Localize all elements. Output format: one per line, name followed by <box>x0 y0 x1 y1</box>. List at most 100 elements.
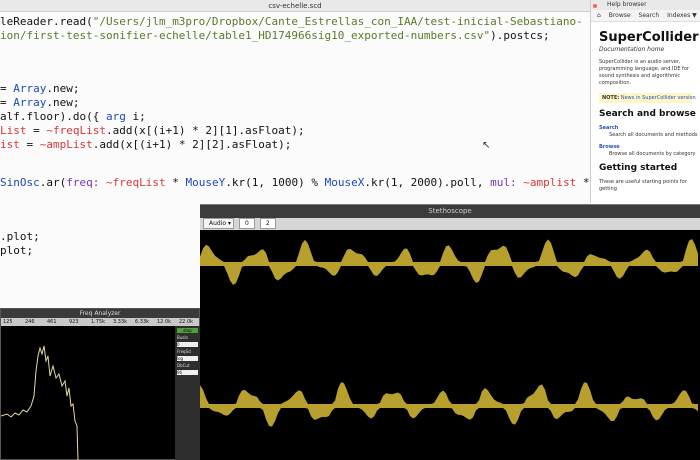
freq-side-panel: stop BusIn 0 FreqScl log DbCut 96 <box>175 326 200 460</box>
indexes-dropdown[interactable]: Indexes ▼ <box>667 12 697 19</box>
page-subtitle: Documentation home <box>599 46 665 53</box>
code-token: .add(x[(i+1) * 2][1].asFloat); <box>105 124 305 137</box>
freq-analyzer-title: Freq Analyzer <box>1 309 199 318</box>
home-icon[interactable]: ⌂ <box>597 12 601 19</box>
oscilloscope-display <box>200 239 698 427</box>
ruler-tick-label: 6.33k <box>135 319 150 325</box>
page-title: SuperCollider <box>599 30 699 45</box>
code-token: = <box>26 124 47 137</box>
help-browser-title: Help browser <box>607 1 647 8</box>
code-token: ~amplist <box>523 176 577 189</box>
code-token: * <box>165 176 186 189</box>
search-button[interactable]: Search <box>639 12 660 19</box>
getting-started-text: These are useful starting points for get… <box>599 179 687 192</box>
code-token: ion/first-test-sonifier-echelle/table1_H… <box>0 29 491 42</box>
note-label: NOTE: <box>602 95 620 101</box>
code-line[interactable]: ion/first-test-sonifier-echelle/table1_H… <box>0 29 550 43</box>
code-token: .new; <box>46 96 80 109</box>
search-description: Search all documents and methods <box>609 132 698 138</box>
code-line[interactable]: = Array.new; <box>0 82 80 96</box>
mouse-cursor-icon: ↖ <box>482 140 491 151</box>
editor-title: csv-echelle.scd <box>0 0 590 12</box>
code-token: SinOsc <box>0 176 40 189</box>
code-token: = <box>0 96 14 109</box>
ruler-tick-label: 923 <box>69 319 79 325</box>
code-line[interactable]: leReader.read("/Users/jlm_m3pro/Dropbox/… <box>0 15 583 29</box>
code-token: plot; <box>0 244 34 257</box>
section-title-getting-started: Getting started <box>599 163 678 173</box>
code-token: .new; <box>46 82 80 95</box>
stethoscope-title: Stethoscope <box>200 205 700 218</box>
code-line[interactable]: plot; <box>0 244 33 258</box>
help-content: SuperCollider Documentation home SuperCo… <box>591 22 700 197</box>
channel-waveform <box>200 239 698 285</box>
code-token: ~freqList <box>106 176 166 189</box>
code-token: MouseY <box>185 176 226 189</box>
ruler-tick-label: 22.0k <box>179 319 194 325</box>
code-line[interactable]: = Array.new; <box>0 96 80 110</box>
note-box: NOTE: News in SuperCollider version <box>599 93 696 103</box>
index-field[interactable]: 0 <box>238 218 255 229</box>
code-line[interactable]: ist = ~ampList.add(x[(i+1) * 2][2].asFlo… <box>0 138 291 152</box>
help-toolbar: ⌂ Browse Search Indexes ▼ <box>591 10 700 22</box>
code-token: ).postcs; <box>490 29 550 42</box>
freq-analyzer-window[interactable]: Freq Analyzer 125 246 461 923 1.75k 3.33k 6.33… <box>0 308 200 460</box>
code-token: .kr(1, 2000).poll, <box>364 176 491 189</box>
bus-in-label: BusIn <box>177 335 189 340</box>
code-line[interactable]: alf.floor).do({ arg i; <box>0 110 146 124</box>
code-token: arg <box>105 110 126 123</box>
browse-link[interactable]: Browse <box>599 144 692 150</box>
code-token: leReader.read( <box>0 15 93 28</box>
code-line[interactable]: .plot; <box>0 230 40 244</box>
code-token: .kr(1, 1000) % <box>225 176 325 189</box>
code-token: .ar( <box>39 176 67 189</box>
code-line[interactable]: List = ~freqList.add(x[(i+1) * 2][1].asF… <box>0 124 305 138</box>
db-cut-label: DbCut <box>177 363 190 368</box>
db-cut-field[interactable]: 96 <box>177 370 198 375</box>
search-link[interactable]: Search <box>599 125 692 131</box>
intro-text: SuperCollider is an audio server, progra… <box>599 59 689 86</box>
window-close-icon[interactable] <box>593 2 604 8</box>
code-token: ~freqList <box>46 124 106 137</box>
code-token: = <box>19 138 40 151</box>
code-token: List <box>0 124 27 137</box>
code-token: i; <box>125 110 146 123</box>
channels-field[interactable]: 2 <box>259 218 276 229</box>
stop-toggle[interactable]: stop <box>177 328 198 333</box>
ruler-tick-label: 246 <box>25 319 35 325</box>
code-token: Array <box>13 82 47 95</box>
freq-scale-select[interactable]: log <box>177 356 198 361</box>
bus-in-field[interactable]: 0 <box>177 342 198 347</box>
code-line[interactable]: SinOsc.ar(freq: ~freqList * MouseY.kr(1,… <box>0 176 649 190</box>
section-title-search: Search and browse <box>599 109 696 119</box>
spectrum-plot <box>1 345 79 460</box>
code-token: .plot; <box>0 230 40 243</box>
news-link[interactable]: News in SuperCollider version <box>621 95 696 101</box>
browse-button[interactable]: Browse <box>609 12 631 19</box>
ruler-tick-label: 125 <box>3 319 13 325</box>
ruler-tick-label: 461 <box>47 319 57 325</box>
code-token: mul: <box>490 176 517 189</box>
rate-select-value: Audio <box>209 220 227 227</box>
help-browser-window[interactable]: Help browser ⌂ Browse Search Indexes ▼ S… <box>590 0 700 203</box>
code-token: ~ampList <box>39 138 93 151</box>
code-token: freq: <box>66 176 100 189</box>
browse-description: Browse all documents by category <box>609 151 696 157</box>
code-token: Array <box>13 96 47 109</box>
freq-scale-label: FreqScl <box>177 349 192 354</box>
code-token: .add(x[(i+1) * 2][2].asFloat); <box>92 138 292 151</box>
ruler-tick-label: 12.0k <box>157 319 172 325</box>
stethoscope-window[interactable]: Stethoscope Audio ▾ 0 2 <box>200 204 700 460</box>
ruler-tick-label: 3.33k <box>113 319 128 325</box>
channel-waveform <box>200 382 698 427</box>
code-token: "/Users/jlm_m3pro/Dropbox/Cante_Estrella… <box>92 15 583 28</box>
spectrum-line <box>1 345 79 460</box>
code-token: alf.floor).do({ <box>0 110 106 123</box>
freq-ruler: 125 246 461 923 1.75k 3.33k 6.33k 12.0k 22.0k <box>1 318 199 326</box>
rate-select[interactable]: Audio ▾ <box>203 218 234 229</box>
code-token: ist <box>0 138 20 151</box>
ruler-tick-label: 1.75k <box>91 319 106 325</box>
code-token: = <box>0 82 14 95</box>
code-token: MouseX <box>324 176 365 189</box>
